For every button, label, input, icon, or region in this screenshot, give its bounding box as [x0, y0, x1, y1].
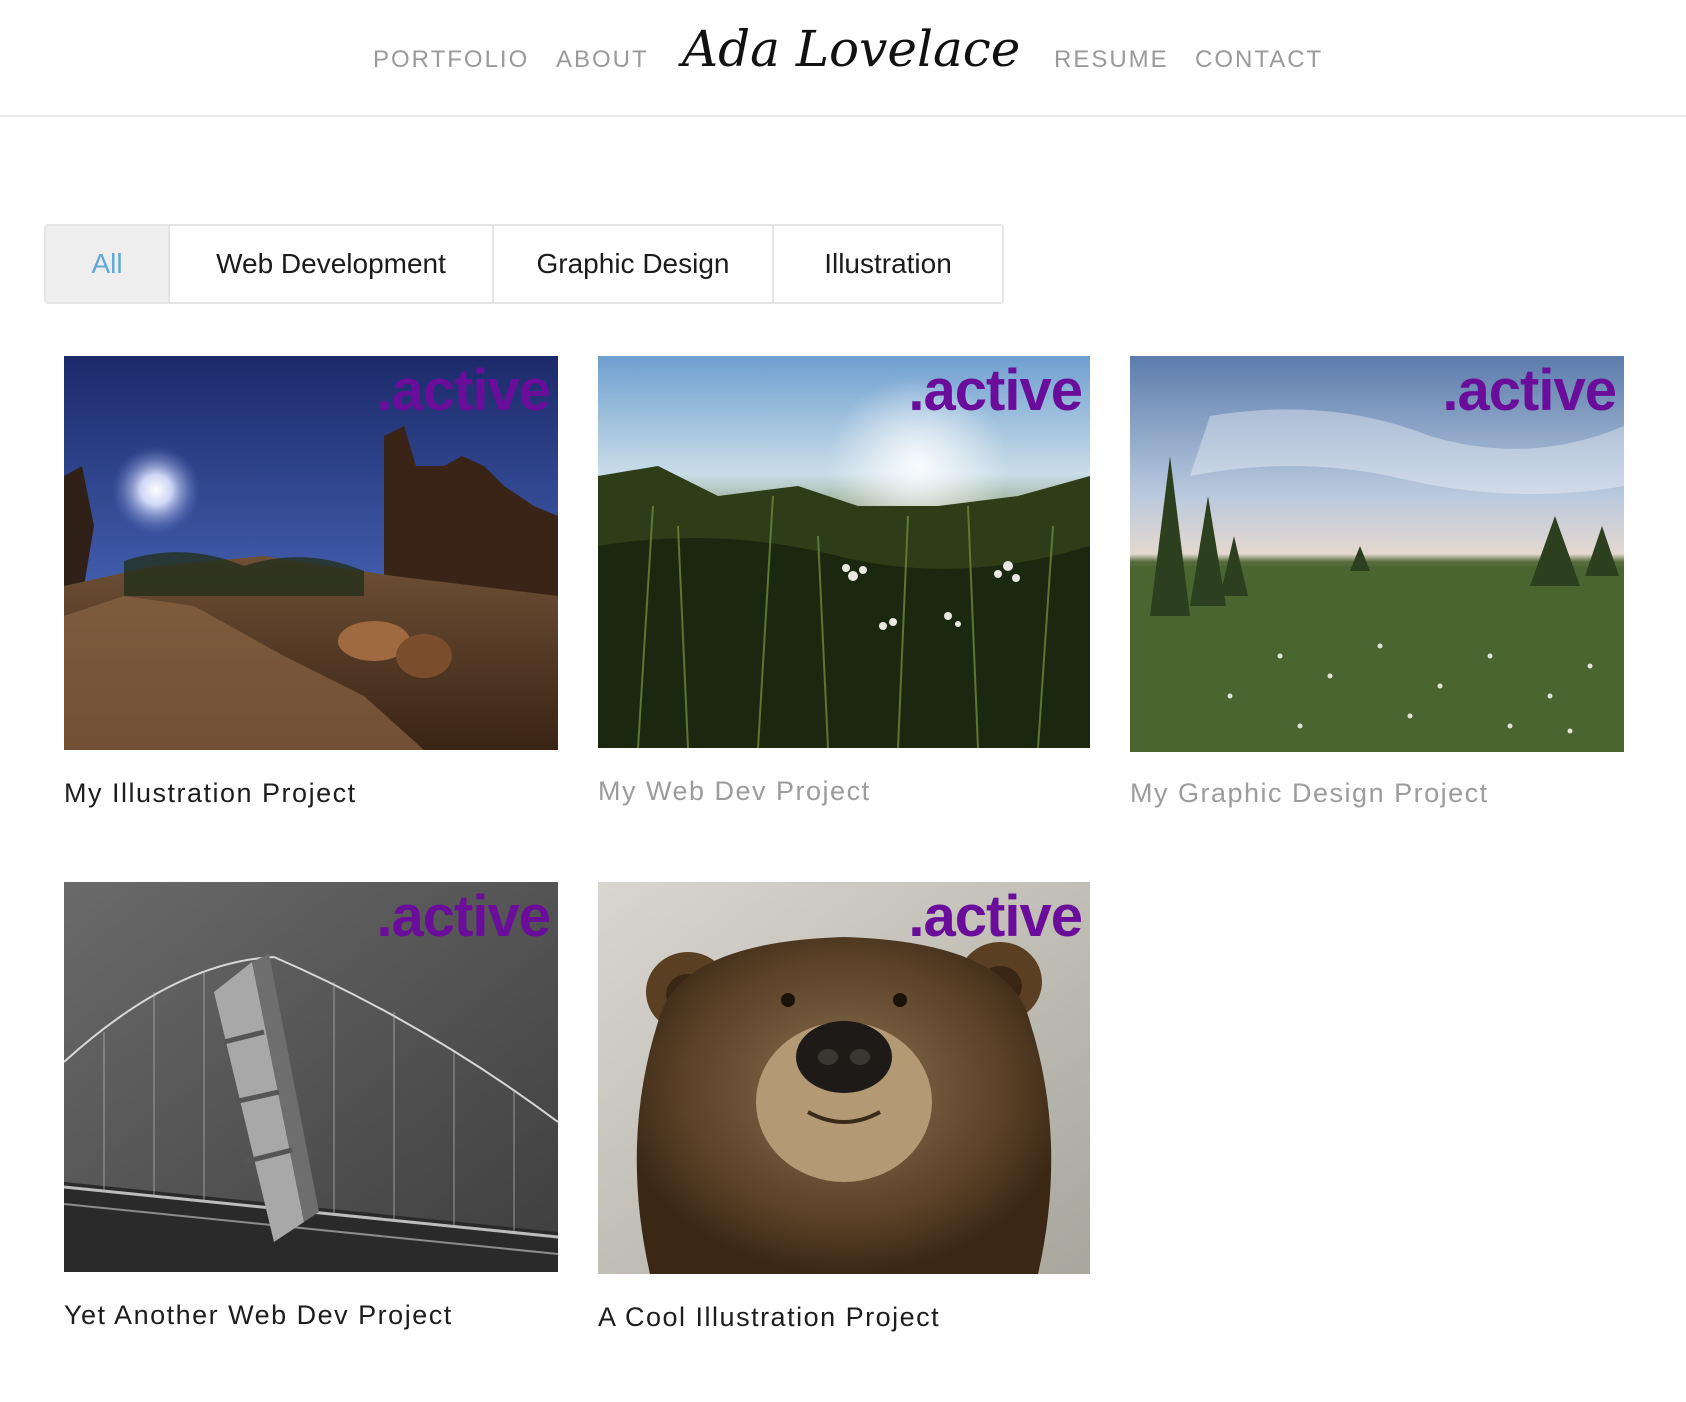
category-filter-bar: All Web Development Graphic Design Illus…: [44, 224, 1004, 304]
svg-text:Ada Lovelace: Ada Lovelace: [678, 20, 1020, 78]
active-badge: .active: [376, 884, 551, 949]
project-card[interactable]: .active My Web Dev Project: [598, 356, 1090, 806]
project-title[interactable]: A Cool Illustration Project: [598, 1302, 940, 1333]
filter-all-button[interactable]: All: [46, 226, 170, 302]
filter-illustration-button[interactable]: Illustration: [774, 226, 1002, 302]
project-title[interactable]: My Illustration Project: [64, 778, 357, 809]
project-thumbnail[interactable]: .active: [1130, 356, 1624, 752]
project-card[interactable]: .active Yet Another Web Dev Project: [64, 882, 558, 1330]
active-badge: .active: [908, 358, 1083, 423]
active-badge: .active: [908, 884, 1083, 949]
project-thumbnail[interactable]: .active: [64, 356, 558, 750]
active-badge: .active: [1442, 358, 1617, 423]
project-thumbnail[interactable]: .active: [64, 882, 558, 1272]
project-card[interactable]: .active My Graphic Design Project: [1130, 356, 1624, 808]
logo-signature-icon: Ada Lovelace: [678, 20, 1020, 78]
project-title[interactable]: My Graphic Design Project: [1130, 778, 1489, 809]
project-title[interactable]: My Web Dev Project: [598, 776, 871, 807]
filter-web-development-button[interactable]: Web Development: [170, 226, 494, 302]
project-card[interactable]: .active A Cool Illustration Project: [598, 882, 1090, 1332]
active-badge: .active: [376, 358, 551, 423]
project-thumbnail[interactable]: .active: [598, 356, 1090, 748]
nav-about[interactable]: ABOUT: [556, 46, 649, 74]
nav-portfolio[interactable]: PORTFOLIO: [373, 46, 529, 74]
project-title[interactable]: Yet Another Web Dev Project: [64, 1300, 453, 1331]
nav-resume[interactable]: RESUME: [1054, 46, 1169, 74]
site-logo[interactable]: Ada Lovelace: [678, 14, 1024, 84]
filter-graphic-design-button[interactable]: Graphic Design: [494, 226, 774, 302]
site-header: PORTFOLIO ABOUT Ada Lovelace RESUME CONT…: [0, 0, 1686, 117]
project-thumbnail[interactable]: .active: [598, 882, 1090, 1274]
project-card[interactable]: .active My Illustration Project: [64, 356, 558, 808]
nav-contact[interactable]: CONTACT: [1195, 46, 1323, 74]
